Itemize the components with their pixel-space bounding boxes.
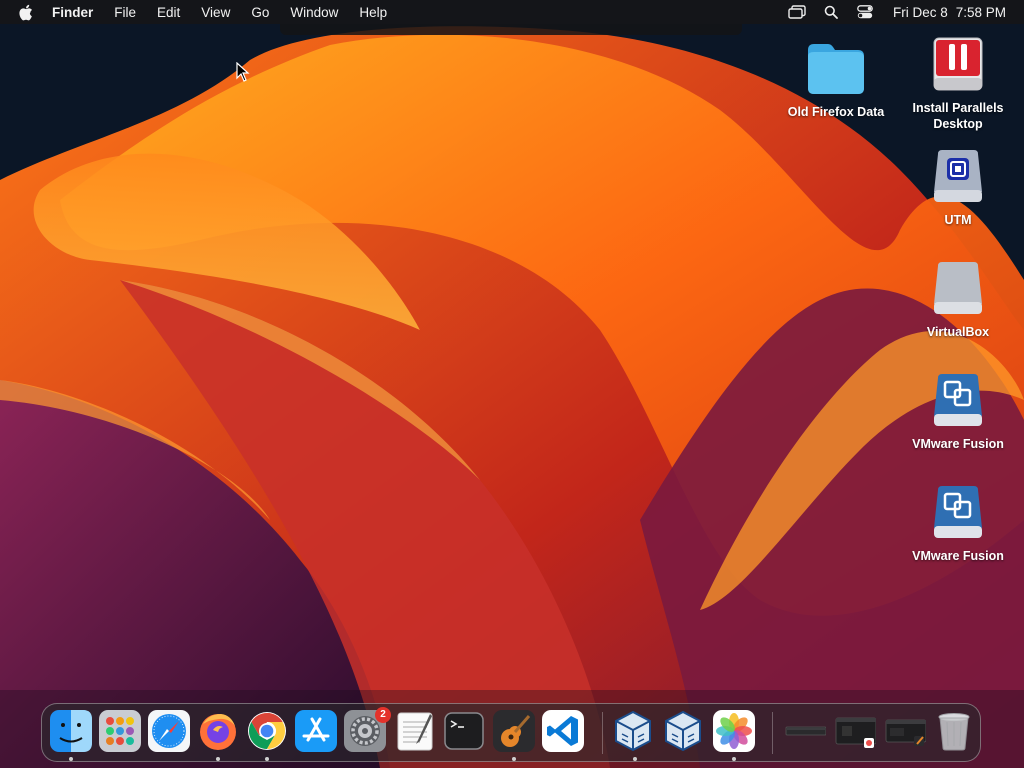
desktop-item-label: VirtualBox	[926, 325, 990, 339]
finder-icon	[50, 710, 92, 752]
menu-go[interactable]: Go	[251, 5, 269, 20]
launchpad-icon	[99, 710, 141, 752]
dock-safari[interactable]	[148, 710, 190, 752]
safari-icon	[148, 710, 190, 752]
dock-virtualbox[interactable]	[612, 710, 654, 752]
menu-file[interactable]: File	[114, 5, 136, 20]
chrome-icon	[248, 712, 286, 750]
screen-mirroring-icon[interactable]	[787, 4, 807, 20]
dock-minimized-window-2[interactable]	[834, 710, 876, 752]
desktop-item-label: Install Parallels Desktop	[912, 101, 1004, 131]
dock-chrome[interactable]	[246, 710, 288, 752]
minimized-window-icon	[835, 717, 876, 748]
control-center-icon[interactable]	[855, 4, 875, 20]
vmware-disk-icon	[934, 486, 982, 538]
minimized-window-icon	[785, 726, 826, 736]
menu-window[interactable]: Window	[290, 5, 338, 20]
menu-extras: Fri Dec 8 7:58 PM	[773, 0, 1024, 24]
dock-vscode[interactable]	[542, 710, 584, 752]
dock-textedit[interactable]	[394, 710, 436, 752]
apple-menu-icon[interactable]	[18, 0, 36, 24]
dock-system-settings[interactable]: 2	[344, 707, 391, 752]
desktop-item-install-parallels[interactable]: Install Parallels Desktop	[898, 34, 1018, 132]
desktop-item-utm[interactable]: UTM	[898, 146, 1018, 228]
vmware-disk-icon	[934, 374, 982, 426]
running-indicator	[216, 757, 220, 761]
running-indicator	[265, 757, 269, 761]
running-indicator	[69, 757, 73, 761]
menu-bar: Finder File Edit View Go Window Help Fri…	[0, 0, 1024, 24]
menu-help[interactable]: Help	[359, 5, 387, 20]
window-edge-sliver	[280, 24, 742, 35]
terminal-icon	[444, 712, 484, 750]
desktop-item-label: VMware Fusion	[912, 549, 1004, 563]
utm-disk-icon	[934, 150, 982, 202]
photos-icon	[713, 710, 755, 752]
spotlight-search-icon[interactable]	[821, 4, 841, 20]
running-indicator	[732, 757, 736, 761]
desktop-item-vmware-fusion-1[interactable]: VMware Fusion	[898, 370, 1018, 452]
desktop-item-old-firefox-data[interactable]: Old Firefox Data	[776, 38, 896, 120]
dock-launchpad[interactable]	[99, 710, 141, 752]
desktop-item-vmware-fusion-2[interactable]: VMware Fusion	[898, 482, 1018, 564]
menu-app-name[interactable]: Finder	[52, 5, 93, 20]
folder-icon	[808, 44, 864, 94]
dock-minimized-window-1[interactable]	[784, 710, 826, 752]
dock-separator	[772, 712, 773, 754]
vscode-icon	[542, 710, 584, 752]
dock: 2	[41, 703, 981, 762]
firefox-icon	[200, 714, 236, 750]
mouse-pointer-icon	[236, 62, 250, 82]
dock-minimized-window-3[interactable]	[884, 710, 926, 752]
menu-edit[interactable]: Edit	[157, 5, 180, 20]
dock-garageband[interactable]	[493, 710, 535, 752]
dock-photos[interactable]	[713, 710, 755, 752]
clock-date: Fri Dec 8	[892, 4, 948, 20]
menu-view[interactable]: View	[201, 5, 230, 20]
dock-virtualbox-2[interactable]	[662, 710, 704, 752]
notification-badge: 2	[375, 707, 391, 723]
minimized-window-icon	[885, 719, 926, 746]
dock-finder[interactable]	[50, 710, 92, 752]
trash-icon	[938, 713, 970, 751]
textedit-icon	[397, 712, 433, 751]
running-indicator	[512, 757, 516, 761]
menu-clock[interactable]: Fri Dec 8 7:58 PM	[893, 5, 1006, 20]
running-indicator	[633, 757, 637, 761]
desktop-item-virtualbox[interactable]: VirtualBox	[898, 258, 1018, 340]
guitar-icon	[493, 710, 535, 752]
dock-app-store[interactable]	[295, 710, 337, 752]
dock-firefox[interactable]	[197, 710, 239, 752]
dock-trash[interactable]	[933, 710, 975, 752]
virtualbox-icon	[615, 710, 651, 752]
virtualbox-disk-icon	[934, 262, 982, 314]
dock-terminal[interactable]	[443, 710, 485, 752]
desktop-item-label: VMware Fusion	[912, 437, 1004, 451]
parallels-disk-icon	[933, 37, 983, 91]
desktop-item-label: Old Firefox Data	[787, 105, 885, 119]
clock-time: 7:58 PM	[955, 4, 1006, 20]
desktop-item-label: UTM	[944, 213, 972, 227]
virtualbox-icon	[665, 710, 701, 752]
app-store-icon	[295, 710, 337, 752]
dock-separator	[602, 712, 603, 754]
